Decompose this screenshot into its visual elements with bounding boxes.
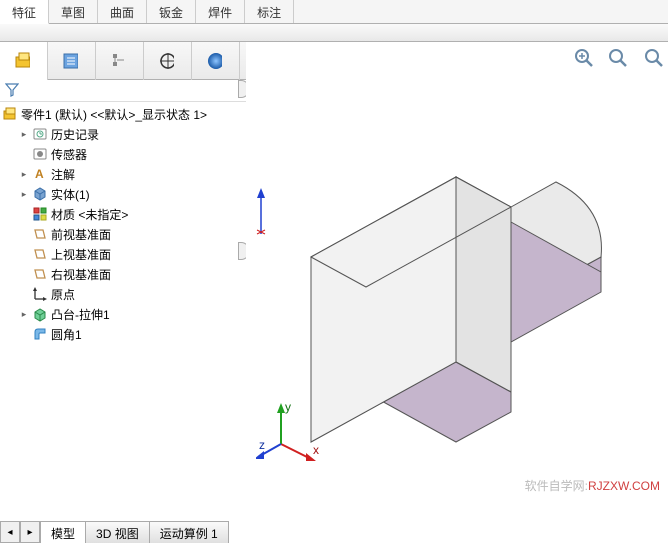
annotations-icon: A bbox=[32, 166, 48, 182]
appearance-icon bbox=[206, 53, 222, 69]
tree-front-plane[interactable]: 前视基准面 bbox=[0, 224, 246, 244]
tree-origin[interactable]: 原点 bbox=[0, 284, 246, 304]
expand-icon[interactable]: ▸ bbox=[18, 168, 30, 180]
command-toolbar bbox=[0, 24, 668, 42]
tab-weldments[interactable]: 焊件 bbox=[196, 0, 245, 23]
tree-label: 右视基准面 bbox=[51, 266, 111, 283]
filter-bar[interactable] bbox=[0, 80, 246, 102]
tree-label: 材质 <未指定> bbox=[51, 206, 128, 223]
tab-sketch[interactable]: 草图 bbox=[49, 0, 98, 23]
bottom-tab-3dview[interactable]: 3D 视图 bbox=[85, 521, 150, 543]
tree-label: 圆角1 bbox=[51, 326, 82, 343]
config-icon bbox=[110, 53, 126, 69]
tree-label: 原点 bbox=[51, 286, 75, 303]
tab-scroll-left[interactable]: ◂ bbox=[0, 521, 20, 543]
feature-tree-icon bbox=[14, 53, 30, 69]
panel-tab-appearance[interactable] bbox=[192, 42, 240, 80]
panel-tab-display[interactable] bbox=[144, 42, 192, 80]
origin-icon bbox=[32, 286, 48, 302]
svg-text:x: x bbox=[313, 443, 319, 457]
viewport-3d[interactable]: x y z 软件自学网:RJZXW.COM bbox=[246, 42, 668, 520]
tab-scroll-right[interactable]: ▸ bbox=[20, 521, 40, 543]
tree-annotations[interactable]: ▸ A 注解 bbox=[0, 164, 246, 184]
part-name: 零件1 (默认) <<默认>_显示状态 1> bbox=[21, 106, 207, 123]
filter-icon bbox=[4, 82, 20, 98]
tree-label: 凸台-拉伸1 bbox=[51, 306, 110, 323]
tree-fillet[interactable]: 圆角1 bbox=[0, 324, 246, 344]
material-icon bbox=[32, 206, 48, 222]
panel-tab-property[interactable] bbox=[48, 42, 96, 80]
property-icon bbox=[62, 53, 78, 69]
svg-text:A: A bbox=[35, 167, 44, 181]
extrude-icon bbox=[32, 306, 48, 322]
tree-label: 注解 bbox=[51, 166, 75, 183]
panel-tab-config[interactable] bbox=[96, 42, 144, 80]
tree-label: 历史记录 bbox=[51, 126, 99, 143]
tab-annotate[interactable]: 标注 bbox=[245, 0, 294, 23]
plane-icon bbox=[32, 266, 48, 282]
tree-sensors[interactable]: 传感器 bbox=[0, 144, 246, 164]
tree-label: 实体(1) bbox=[51, 186, 90, 203]
expand-icon[interactable]: ▸ bbox=[18, 128, 30, 140]
tree-boss-extrude[interactable]: ▸ 凸台-拉伸1 bbox=[0, 304, 246, 324]
bottom-tab-model[interactable]: 模型 bbox=[40, 521, 86, 543]
tree-top-plane[interactable]: 上视基准面 bbox=[0, 244, 246, 264]
tab-surfaces[interactable]: 曲面 bbox=[98, 0, 147, 23]
command-manager-tabs: 特征 草图 曲面 钣金 焊件 标注 bbox=[0, 0, 668, 24]
fillet-icon bbox=[32, 326, 48, 342]
tab-features[interactable]: 特征 bbox=[0, 0, 49, 24]
panel-tab-strip bbox=[0, 42, 246, 80]
tree-label: 前视基准面 bbox=[51, 226, 111, 243]
display-icon bbox=[158, 53, 174, 69]
expand-icon[interactable]: ▸ bbox=[18, 308, 30, 320]
sensors-icon bbox=[32, 146, 48, 162]
watermark: 软件自学网:RJZXW.COM bbox=[525, 477, 660, 494]
tree-right-plane[interactable]: 右视基准面 bbox=[0, 264, 246, 284]
tree-root-part[interactable]: 零件1 (默认) <<默认>_显示状态 1> bbox=[0, 104, 246, 124]
tree-material[interactable]: 材质 <未指定> bbox=[0, 204, 246, 224]
bottom-tab-motion[interactable]: 运动算例 1 bbox=[149, 521, 229, 543]
tree-label: 上视基准面 bbox=[51, 246, 111, 263]
feature-manager-panel: 零件1 (默认) <<默认>_显示状态 1> ▸ 历史记录 传感器 ▸ A 注解 ▸ 实… bbox=[0, 42, 246, 520]
panel-tab-feature-tree[interactable] bbox=[0, 42, 48, 80]
tree-solid-bodies[interactable]: ▸ 实体(1) bbox=[0, 184, 246, 204]
tab-sheetmetal[interactable]: 钣金 bbox=[147, 0, 196, 23]
plane-icon bbox=[32, 246, 48, 262]
triad-axes[interactable]: x y z bbox=[256, 399, 326, 472]
part-icon bbox=[2, 106, 18, 122]
history-icon bbox=[32, 126, 48, 142]
svg-text:z: z bbox=[259, 438, 265, 452]
svg-text:y: y bbox=[285, 400, 291, 414]
bottom-tab-controls: ◂ ▸ bbox=[0, 521, 40, 543]
expand-icon[interactable]: ▸ bbox=[18, 188, 30, 200]
plane-icon bbox=[32, 226, 48, 242]
feature-tree: 零件1 (默认) <<默认>_显示状态 1> ▸ 历史记录 传感器 ▸ A 注解 ▸ 实… bbox=[0, 102, 246, 346]
tree-history[interactable]: ▸ 历史记录 bbox=[0, 124, 246, 144]
bottom-tabs: 模型 3D 视图 运动算例 1 bbox=[40, 521, 228, 543]
tree-label: 传感器 bbox=[51, 146, 87, 163]
solid-icon bbox=[32, 186, 48, 202]
